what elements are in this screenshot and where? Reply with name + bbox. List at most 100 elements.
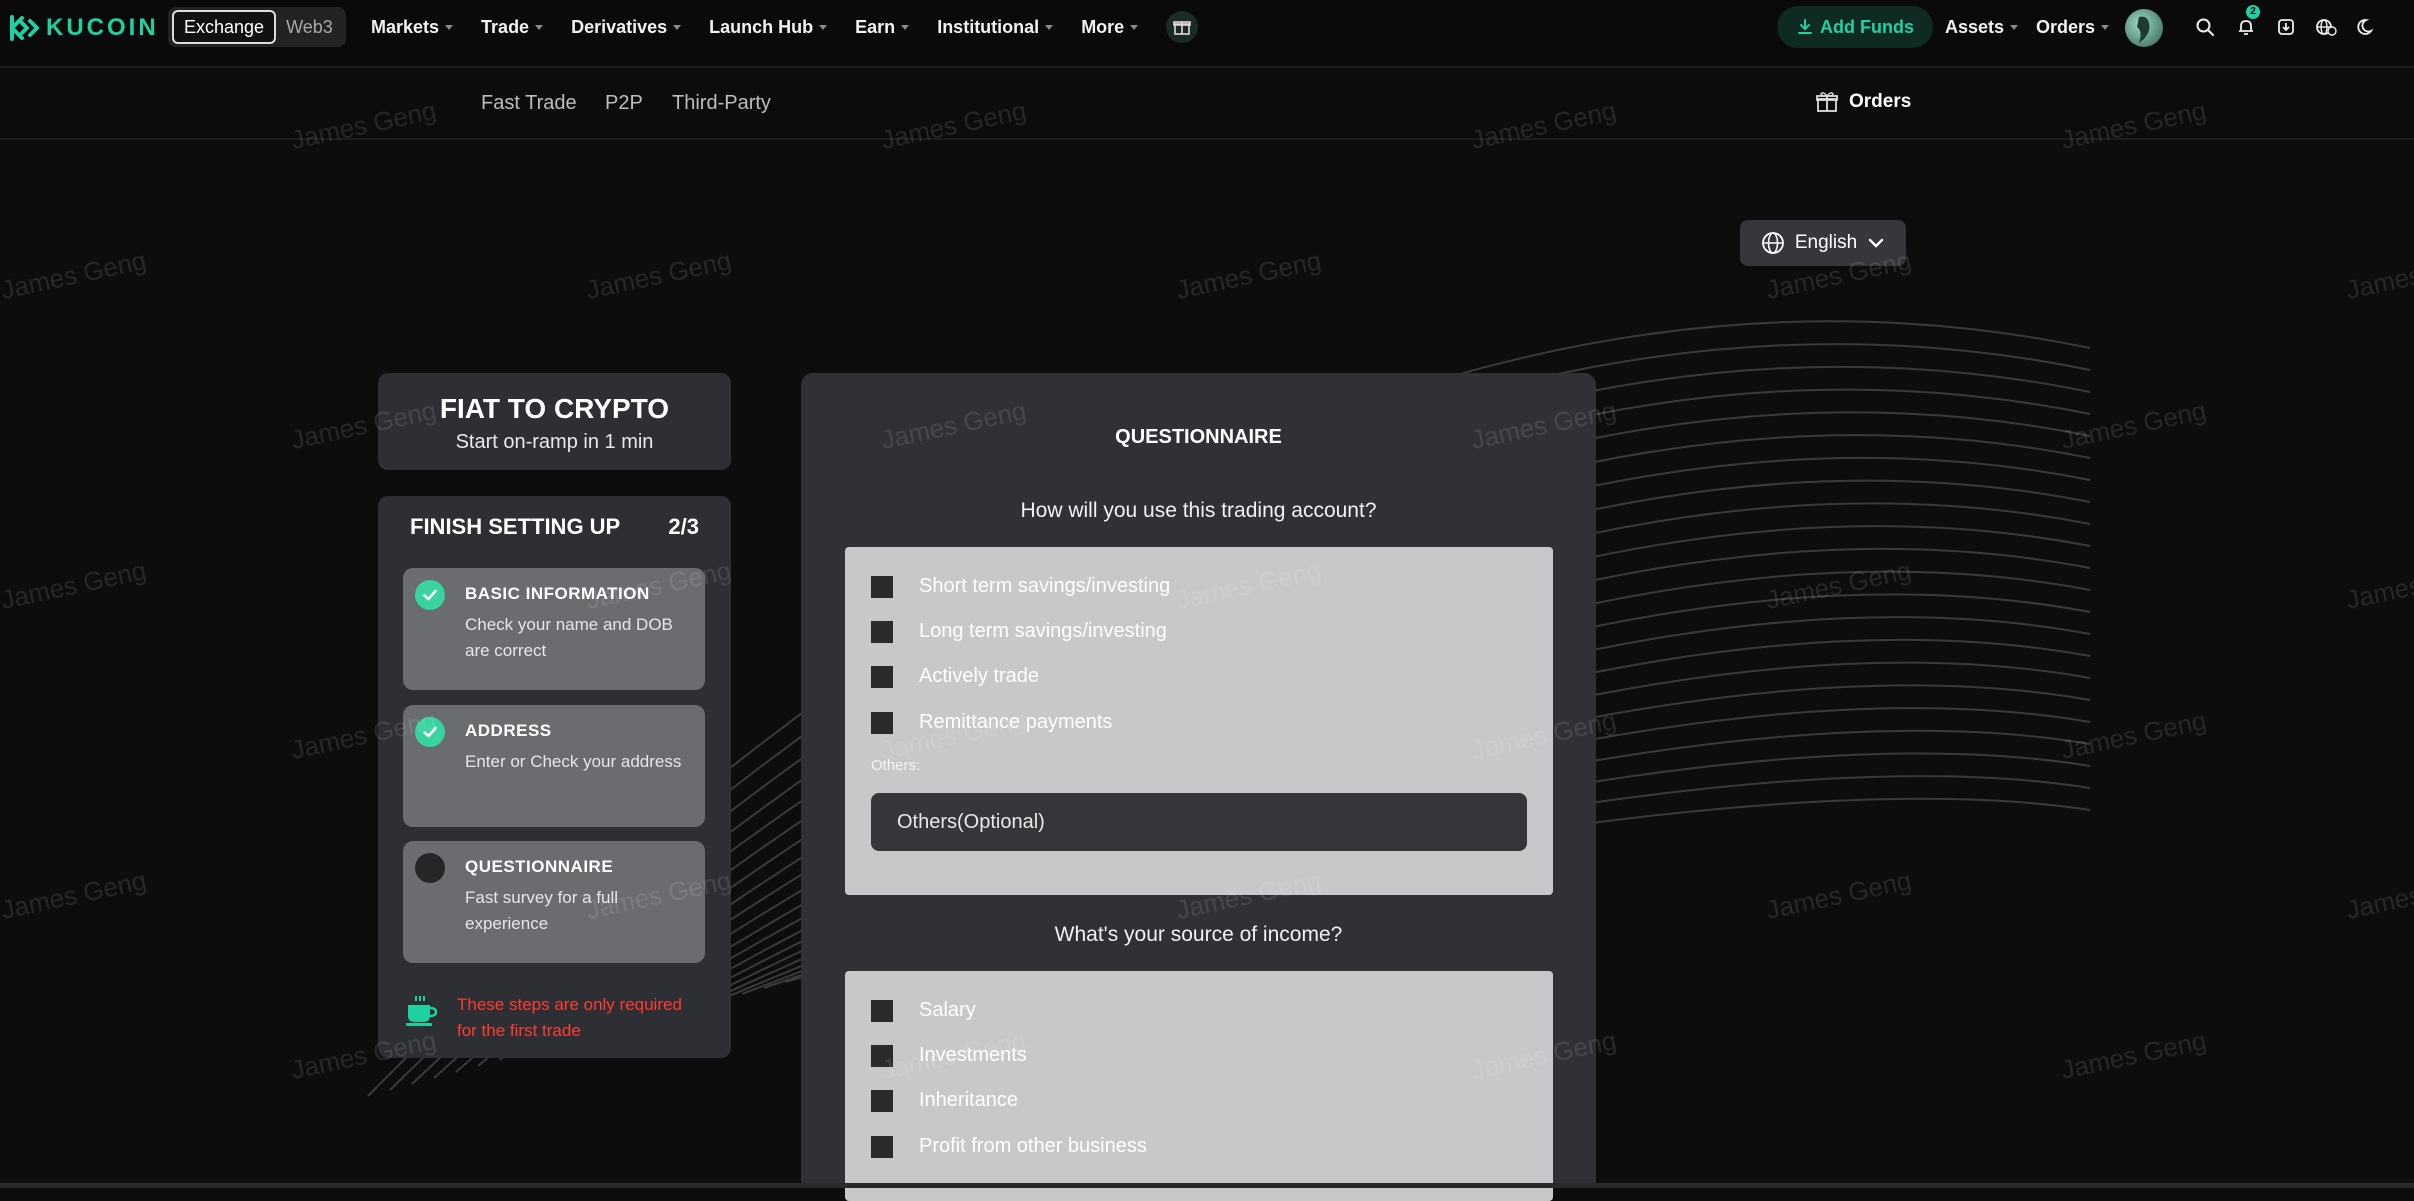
kucoin-logo[interactable]: KUCOIN [8, 12, 159, 44]
nav-label: Earn [855, 16, 896, 37]
add-funds-label: Add Funds [1820, 16, 1914, 37]
download-icon [2278, 19, 2294, 35]
option-label: Profit from other business [919, 1135, 1147, 1157]
add-funds-button[interactable]: Add Funds [1777, 6, 1933, 48]
orders-link-label: Orders [1849, 91, 1912, 112]
mode-switch: Exchange Web3 [168, 7, 346, 47]
chevron-down-icon [1868, 238, 1884, 248]
step-title: QUESTIONNAIRE [465, 857, 614, 876]
option-label: Actively trade [919, 665, 1040, 687]
orders-menu[interactable]: Orders [2036, 0, 2110, 54]
avatar[interactable] [2125, 9, 2163, 47]
step-questionnaire[interactable]: QUESTIONNAIRE Fast survey for a full exp… [403, 841, 705, 963]
theme-toggle-button[interactable] [2354, 14, 2380, 40]
steps-title: FINISH SETTING UP [410, 514, 621, 539]
gift-icon [1173, 21, 1192, 35]
check-circle-icon [415, 580, 445, 610]
moon-icon [2357, 19, 2374, 35]
caret-down-icon [1130, 24, 1139, 30]
subnav-fast-trade[interactable]: Fast Trade [481, 92, 577, 115]
checkbox[interactable] [871, 1135, 893, 1158]
bottom-scroll-bar [0, 1183, 2414, 1188]
option-short-term-savings[interactable]: Short term savings/investing [871, 575, 1170, 598]
note-text: These steps are only required for the fi… [457, 995, 682, 1040]
caret-down-icon [901, 24, 910, 30]
income-source-options: Salary Investments Inheritance Profit fr… [845, 971, 1553, 1201]
step-description: Check your name and DOB are correct [465, 615, 673, 660]
nav-item-markets[interactable]: Markets [371, 16, 454, 38]
notification-badge: 2 [2246, 5, 2260, 19]
caret-down-icon [1045, 24, 1054, 30]
checkbox[interactable] [871, 1044, 893, 1067]
coffee-cup-icon [406, 996, 438, 1026]
language-label: English [1794, 232, 1858, 253]
questionnaire-panel: QUESTIONNAIRE How will you use this trad… [801, 373, 1596, 1201]
question-account-usage: How will you use this trading account? [1020, 499, 1377, 522]
subnav-third-party[interactable]: Third-Party [672, 92, 771, 115]
option-label: Remittance payments [919, 711, 1113, 733]
gift-button[interactable] [1166, 11, 1199, 43]
deposit-icon [1798, 19, 1812, 34]
nav-item-more[interactable]: More [1081, 16, 1139, 38]
option-long-term-savings[interactable]: Long term savings/investing [871, 620, 1167, 643]
caret-down-icon [819, 24, 828, 30]
option-label: Short term savings/investing [919, 575, 1171, 597]
download-button[interactable] [2273, 14, 2299, 40]
globe-currency-icon [2316, 19, 2337, 36]
mode-exchange-button[interactable]: Exchange [172, 10, 277, 44]
nav-label: Trade [481, 16, 530, 37]
check-circle-icon [415, 717, 445, 747]
nav-item-earn[interactable]: Earn [855, 16, 910, 38]
language-currency-button[interactable] [2313, 14, 2339, 40]
fiat-title: FIAT TO CRYPTO [439, 393, 670, 424]
assets-label: Assets [1945, 16, 2005, 37]
nav-label: More [1081, 16, 1125, 37]
setup-steps-card: FINISH SETTING UP 2/3 BASIC INFORMATION … [378, 496, 731, 1058]
caret-down-icon [673, 24, 682, 30]
step-description: Enter or Check your address [465, 752, 682, 771]
checkbox[interactable] [871, 1089, 893, 1112]
question-income-source: What's your source of income? [1054, 923, 1343, 946]
others-input[interactable]: Others(Optional) [871, 793, 1527, 851]
fiat-to-crypto-card: FIAT TO CRYPTO Start on-ramp in 1 min [378, 373, 731, 470]
sub-navigation: Fast Trade P2P Third-Party Orders [0, 68, 2414, 140]
subnav-p2p[interactable]: P2P [605, 92, 643, 115]
option-actively-trade[interactable]: Actively trade [871, 665, 1039, 688]
checkbox[interactable] [871, 999, 893, 1022]
option-inheritance[interactable]: Inheritance [871, 1089, 1018, 1112]
checkbox[interactable] [871, 575, 893, 598]
option-salary[interactable]: Salary [871, 999, 976, 1022]
checkbox[interactable] [871, 711, 893, 734]
bell-icon [2239, 20, 2253, 35]
others-label: Others: [871, 757, 921, 774]
mode-web3-button[interactable]: Web3 [286, 17, 333, 38]
caret-down-icon [2010, 24, 2019, 30]
option-profit-other-business[interactable]: Profit from other business [871, 1135, 1147, 1158]
fiat-subtitle: Start on-ramp in 1 min [455, 431, 654, 453]
search-button[interactable] [2192, 14, 2218, 40]
caret-down-icon [2101, 24, 2110, 30]
option-investments[interactable]: Investments [871, 1044, 1027, 1067]
nav-label: Markets [371, 16, 440, 37]
language-select[interactable]: English [1740, 220, 1906, 266]
nav-item-launch-hub[interactable]: Launch Hub [709, 17, 828, 38]
nav-label: Derivatives [571, 16, 668, 37]
checkbox[interactable] [871, 620, 893, 643]
step-address[interactable]: ADDRESS Enter or Check your address [403, 705, 705, 827]
checkbox[interactable] [871, 665, 893, 688]
questionnaire-title: QUESTIONNAIRE [1115, 426, 1282, 448]
step-title: ADDRESS [465, 721, 552, 740]
kucoin-logo-icon [10, 15, 39, 41]
assets-menu[interactable]: Assets [1945, 0, 2019, 54]
option-remittance-payments[interactable]: Remittance payments [871, 711, 1112, 734]
nav-item-trade[interactable]: Trade [481, 16, 544, 38]
search-icon [2196, 18, 2214, 36]
steps-progress: 2/3 [668, 514, 699, 539]
orders-link[interactable]: Orders [1815, 90, 1911, 114]
account-usage-options: Short term savings/investing Long term s… [845, 547, 1553, 895]
nav-item-institutional[interactable]: Institutional [937, 17, 1054, 38]
globe-icon [1761, 232, 1784, 254]
step-basic-information[interactable]: BASIC INFORMATION Check your name and DO… [403, 568, 705, 690]
nav-item-derivatives[interactable]: Derivatives [571, 16, 682, 38]
option-label: Investments [919, 1044, 1027, 1066]
